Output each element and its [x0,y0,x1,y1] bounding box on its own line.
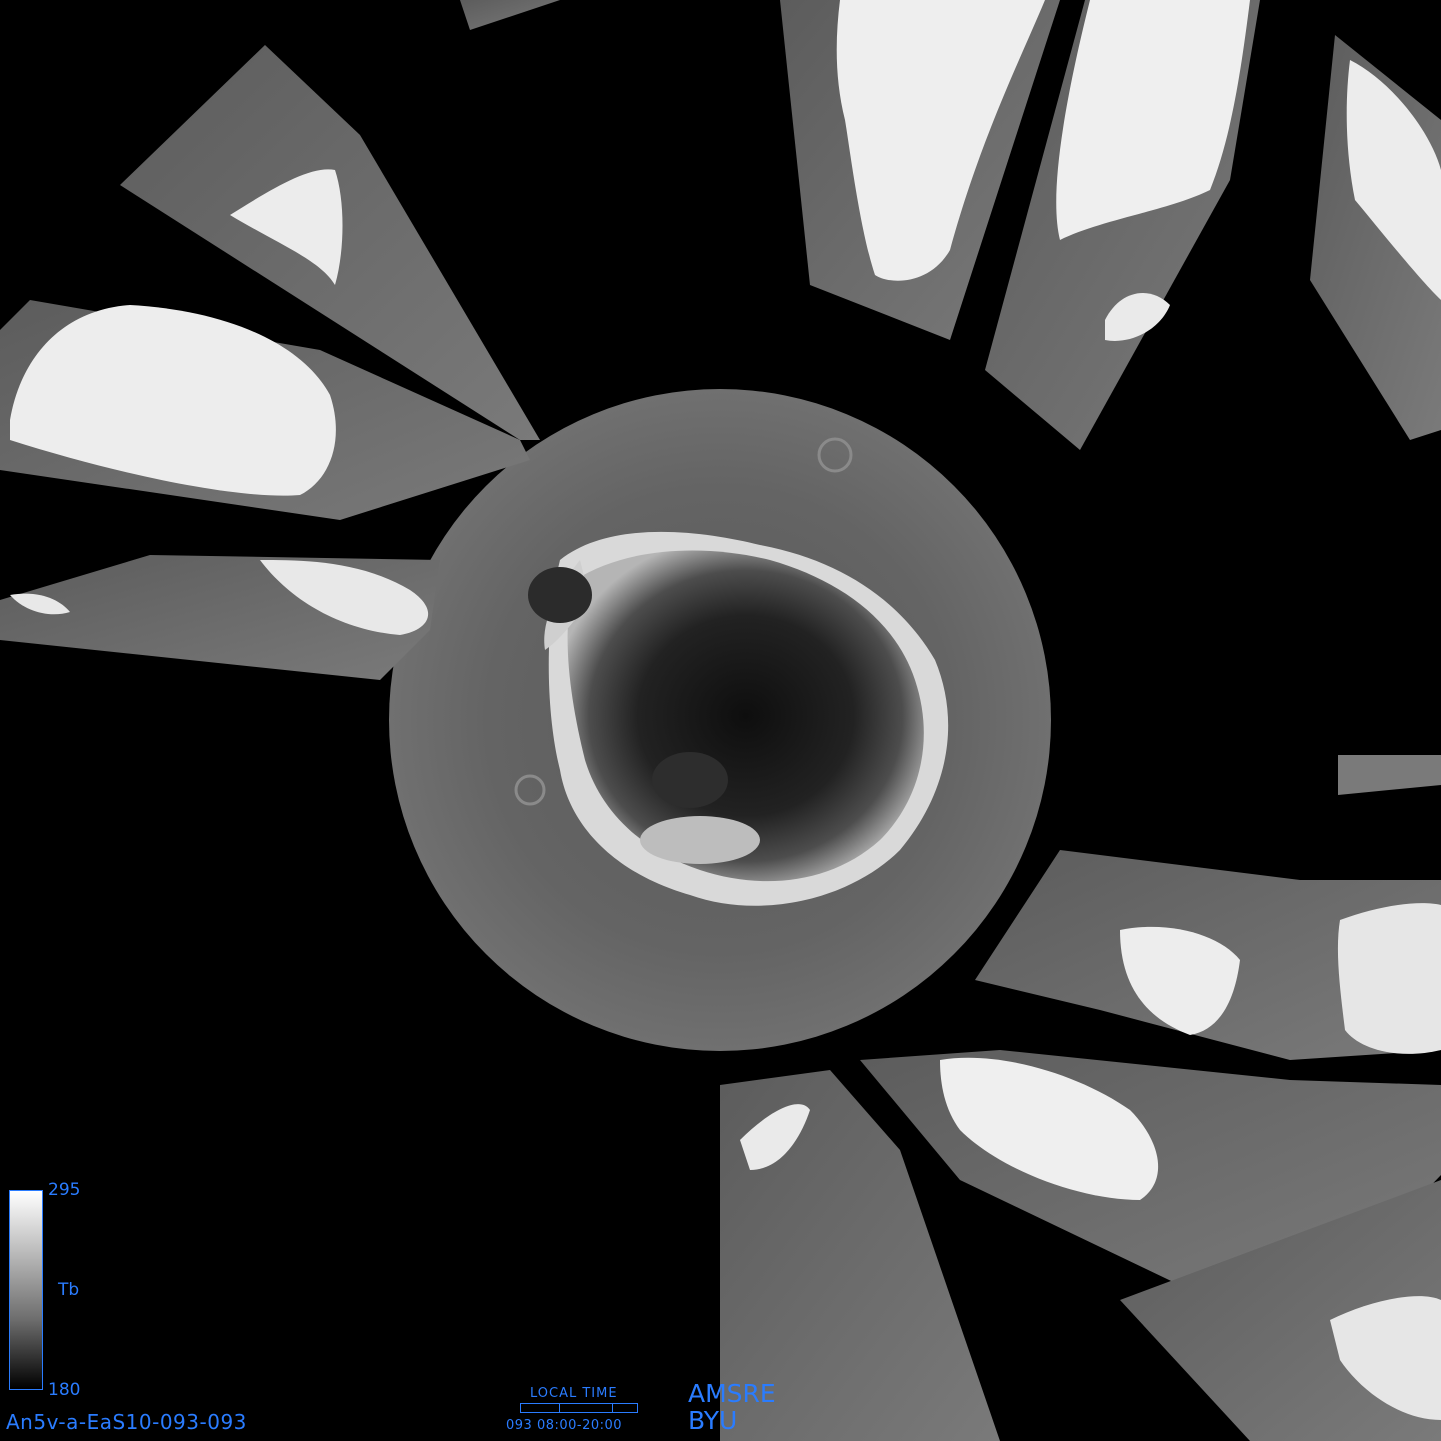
local-time-bar-window [559,1403,613,1413]
local-time-title: LOCAL TIME [530,1386,618,1401]
land-lower-right-1b [1337,903,1441,1054]
swath-top-center [460,0,560,30]
colorbar-min-label: 180 [48,1380,81,1400]
colorbar-variable-label: Tb [58,1280,80,1300]
organization-label: BYU [688,1406,738,1435]
ross-sea-ice [652,752,728,808]
colorbar [9,1190,43,1390]
weddell-sea-ice [528,567,592,623]
local-time-bar [520,1403,638,1413]
swath-right-middle [1338,755,1441,795]
sensor-label: AMSRE [688,1379,776,1408]
satellite-brightness-temperature-map [0,0,1441,1441]
land-top-right [1056,0,1250,240]
product-id: An5v-a-EaS10-093-093 [6,1410,247,1434]
local-time-range: 093 08:00-20:00 [506,1418,623,1433]
ross-ice-shelf [640,816,760,864]
colorbar-max-label: 295 [48,1180,81,1200]
